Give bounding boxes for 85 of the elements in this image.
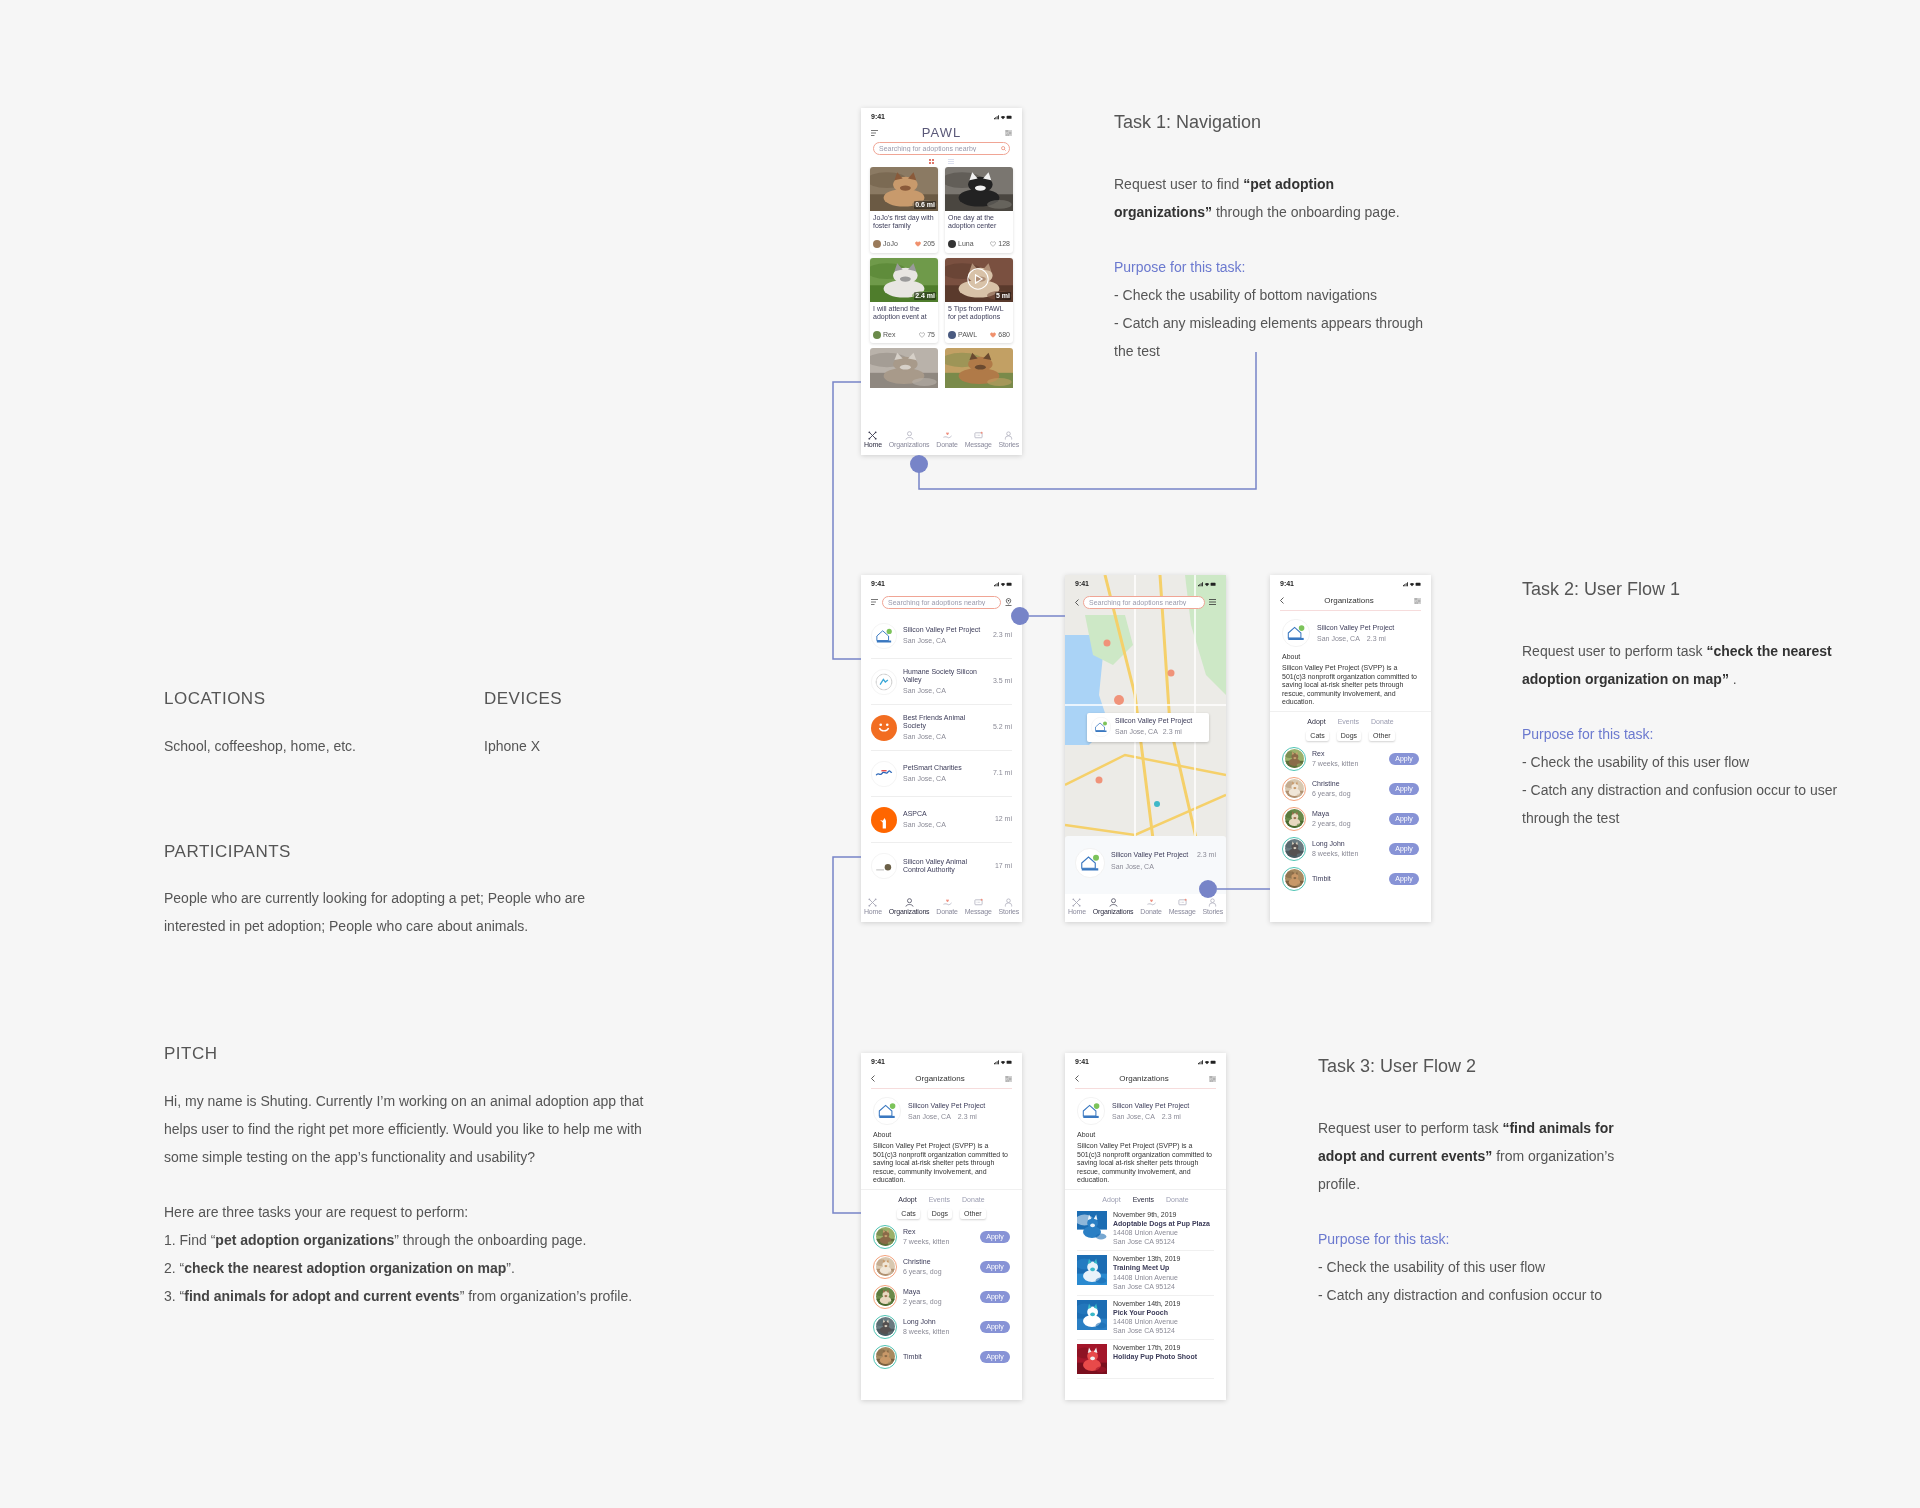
filter-icon [1209, 1075, 1216, 1082]
bones-icon [1072, 897, 1082, 907]
org-logo [1091, 717, 1111, 738]
task-title: Task 1: Navigation [1114, 112, 1263, 132]
connector-dot [1011, 607, 1029, 625]
org-logo [871, 668, 897, 695]
list-item: - Check the usability of this user flow [1318, 1258, 1547, 1277]
paragraph: Hi, my name is Shuting. Currently I’m working on an animal adoption app that helps user to find the right pet more efficiently. Would you like to help me with some simple testing on the app’s functionality and usability? [164, 1092, 644, 1167]
list-item: - Catch any misleading elements appears through the test [1114, 314, 1424, 361]
org-logo [1077, 1097, 1105, 1125]
purpose-heading: Purpose for this task: [1522, 725, 1655, 744]
list-view-icon [1209, 599, 1216, 605]
purpose-heading: Purpose for this task: [1114, 258, 1247, 277]
person-icon [1208, 897, 1218, 907]
org-logo [871, 714, 897, 741]
hand-heart-icon [1146, 897, 1156, 907]
menu-icon [871, 599, 878, 605]
message-icon [973, 430, 983, 440]
back-icon [1075, 1075, 1079, 1082]
paragraph: Request user to perform task “check the nearest adoption organization on map” . [1522, 642, 1833, 689]
paragraph: Iphone X [484, 737, 542, 756]
org-logo [1282, 619, 1310, 647]
bones-icon [868, 897, 878, 907]
connector-dot [910, 455, 928, 473]
list-item: - Check the usability of this user flow [1522, 753, 1751, 772]
org-logo [1075, 848, 1105, 878]
filter-icon [1414, 597, 1421, 604]
list-item: - Catch any distraction and confusion occur to user through the test [1522, 781, 1839, 828]
avatar [948, 330, 956, 339]
connector-line [1028, 615, 1066, 617]
section-heading: PITCH [164, 1044, 219, 1064]
search-icon [1001, 146, 1006, 151]
connector-dot [1199, 880, 1217, 898]
org-logo [873, 1097, 901, 1125]
purpose-heading: Purpose for this task: [1318, 1230, 1451, 1249]
paragraph: Request user to find “pet adoption organizations” through the onboarding page. [1114, 175, 1401, 222]
status-icons [1198, 1059, 1216, 1065]
person-icon [1108, 897, 1118, 907]
screen-title: Organizations [1324, 594, 1374, 607]
status-icons [1403, 581, 1421, 587]
list-item: 3. “find animals for adopt and current events” from organization’s profile. [164, 1287, 634, 1306]
section-heading: PARTICIPANTS [164, 842, 292, 862]
filter-icon [1005, 130, 1012, 136]
paragraph: School, coffeeshop, home, etc. [164, 737, 357, 756]
list-item: 2. “check the nearest adoption organization on map”. [164, 1259, 516, 1278]
status-icons [994, 1059, 1012, 1065]
paragraph: People who are currently looking for adopting a pet; People who are interested in pet adoption; People who care about animals. [164, 889, 587, 936]
org-logo [871, 853, 897, 879]
paragraph: Here are three tasks your are request to perform: [164, 1203, 470, 1222]
back-icon [1075, 598, 1079, 606]
message-icon [973, 897, 983, 907]
hand-heart-icon [942, 430, 952, 440]
section-heading: DEVICES [484, 689, 564, 709]
screen-title: Organizations [915, 1072, 965, 1085]
status-icons [994, 114, 1012, 120]
list-item: 1. Find “pet adoption organizations” through the onboarding page. [164, 1231, 588, 1250]
back-icon [871, 1075, 875, 1082]
status-icons [1198, 581, 1216, 587]
status-icons [994, 581, 1012, 587]
person-icon [904, 430, 914, 440]
avatar [873, 240, 881, 249]
back-icon [1280, 597, 1284, 604]
connector-line [1216, 888, 1271, 890]
task-title: Task 2: User Flow 1 [1522, 579, 1682, 599]
section-heading: LOCATIONS [164, 689, 267, 709]
paragraph: Request user to perform task “find animals for adopt and current events” from organization’s profile. [1318, 1119, 1616, 1194]
org-logo [871, 622, 897, 649]
location-pin-icon [1005, 598, 1012, 606]
list-item: - Check the usability of bottom navigations [1114, 286, 1379, 305]
person-icon [1004, 897, 1014, 907]
message-icon [1177, 897, 1187, 907]
avatar [873, 330, 881, 339]
avatar [948, 240, 956, 249]
bones-icon [868, 430, 878, 440]
person-icon [904, 897, 914, 907]
filter-icon [1005, 1075, 1012, 1082]
list-item: - Catch any distraction and confusion occur to [1318, 1286, 1604, 1305]
org-logo [871, 760, 897, 787]
org-logo [871, 806, 897, 833]
task-title: Task 3: User Flow 2 [1318, 1056, 1478, 1076]
screen-title: Organizations [1119, 1072, 1169, 1085]
menu-icon [871, 130, 878, 136]
hand-heart-icon [942, 897, 952, 907]
person-icon [1004, 430, 1014, 440]
app-logo: PAWL [921, 126, 962, 140]
